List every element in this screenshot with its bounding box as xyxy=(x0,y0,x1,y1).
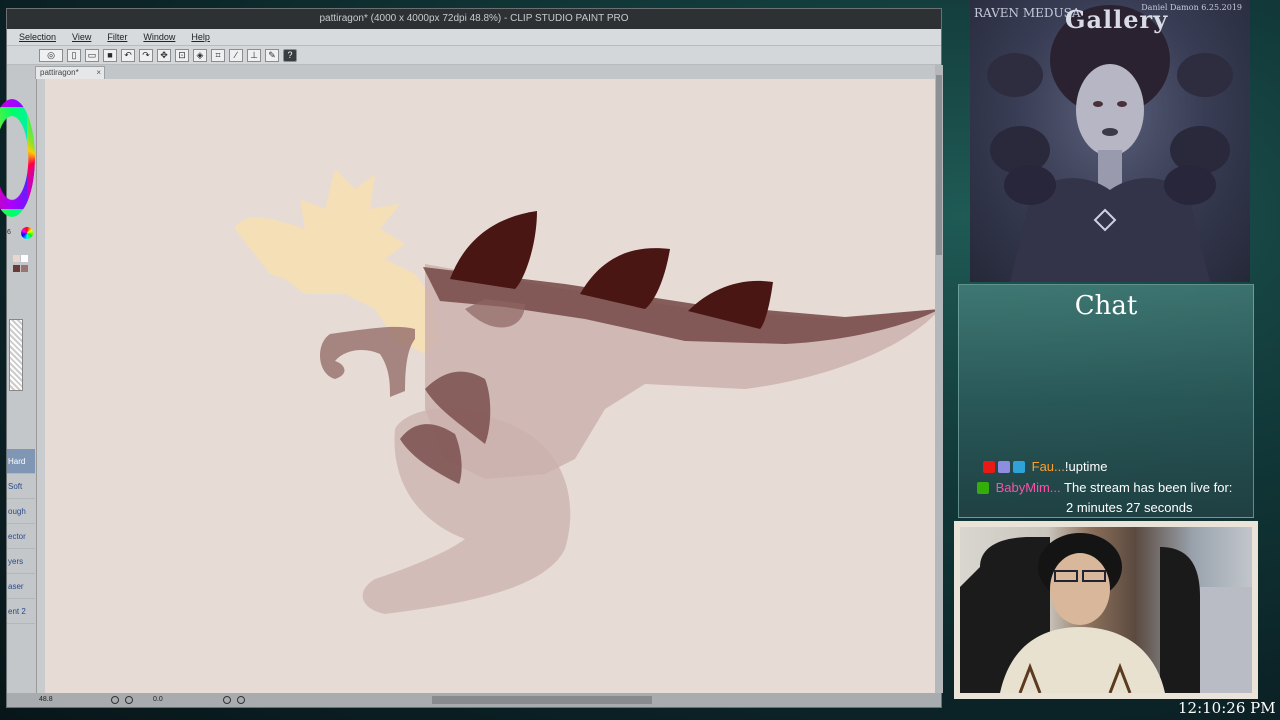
zoom-out-icon[interactable] xyxy=(111,696,119,704)
crop-icon[interactable]: ⊡ xyxy=(175,48,189,62)
sub-tool-eraser[interactable]: aser xyxy=(7,574,35,599)
transform-icon[interactable]: ✥ xyxy=(157,48,171,62)
dragon-illustration xyxy=(235,169,935,614)
redo-icon[interactable]: ↷ xyxy=(139,48,153,62)
color-wheel-icon[interactable] xyxy=(21,227,33,239)
dragon-head-sketch xyxy=(235,169,440,354)
command-bar: ◎ ▯ ▭ ■ ↶ ↷ ✥ ⊡ ◈ ⌗ ∕ ⊥ ✎ ? xyxy=(7,45,941,65)
ruler-icon[interactable]: ∕ xyxy=(229,48,243,62)
sub-tool-rough[interactable]: ough xyxy=(7,499,35,524)
color-wheel[interactable] xyxy=(0,99,35,217)
menu-view[interactable]: View xyxy=(72,32,91,42)
menu-help[interactable]: Help xyxy=(191,32,210,42)
rotate-right-icon[interactable] xyxy=(237,696,245,704)
artwork-signature: Daniel Damon 6.25.2019 xyxy=(1141,3,1242,12)
color-indicator: 6 xyxy=(7,229,11,236)
dragon-spike-1 xyxy=(450,211,537,289)
selection-icon[interactable]: ⌗ xyxy=(211,48,225,62)
chat-panel: Chat Fau...!uptime BabyMim... The stream… xyxy=(958,284,1254,518)
vertical-scroll-thumb[interactable] xyxy=(936,75,942,255)
undo-icon[interactable]: ↶ xyxy=(121,48,135,62)
broadcaster-badge-icon xyxy=(983,461,995,473)
swatch-dark[interactable] xyxy=(13,265,20,272)
app-logo-icon[interactable]: ◎ xyxy=(39,48,63,62)
rotate-left-icon[interactable] xyxy=(223,696,231,704)
document-tab-bar: pattiragon* × xyxy=(7,65,941,79)
status-bar: 48.8 0.0 xyxy=(7,693,941,707)
sub-badge-icon xyxy=(998,461,1010,473)
fill-icon[interactable]: ◈ xyxy=(193,48,207,62)
left-palette: 6 Hard Soft ough ector yers aser ent 2 xyxy=(0,79,37,693)
new-file-icon[interactable]: ▯ xyxy=(67,48,81,62)
sub-tool-layers[interactable]: yers xyxy=(7,549,35,574)
raven-portrait-image xyxy=(987,5,1233,282)
snap-icon[interactable]: ⊥ xyxy=(247,48,261,62)
streamer-video-image xyxy=(960,533,1252,693)
chat-text: !uptime xyxy=(1064,459,1108,474)
menu-selection[interactable]: Selection xyxy=(19,32,56,42)
swatch-light[interactable] xyxy=(13,255,20,262)
zoom-in-icon[interactable] xyxy=(125,696,133,704)
document-tab[interactable]: pattiragon* × xyxy=(35,66,105,79)
chat-username[interactable]: Fau... xyxy=(1032,459,1065,474)
prime-badge-icon xyxy=(1013,461,1025,473)
save-icon[interactable]: ■ xyxy=(103,48,117,62)
moderator-badge-icon xyxy=(977,482,989,494)
open-file-icon[interactable]: ▭ xyxy=(85,48,99,62)
rotation-readout[interactable]: 0.0 xyxy=(153,693,163,707)
swatch-mid[interactable] xyxy=(21,265,28,272)
help-icon[interactable]: ? xyxy=(283,48,297,62)
vertical-scrollbar[interactable] xyxy=(935,65,943,693)
app-window: pattiragon* (4000 x 4000px 72dpi 48.8%) … xyxy=(0,8,943,708)
sub-tool-strip[interactable] xyxy=(9,319,23,391)
gallery-artwork: RAVEN MEDUSA Gallery Daniel Damon 6.25.2… xyxy=(970,0,1250,282)
pen-snap-icon[interactable]: ✎ xyxy=(265,48,279,62)
dragon-arm xyxy=(319,326,415,397)
chat-message: BabyMim... The stream has been live for: xyxy=(977,478,1232,498)
chat-username[interactable]: BabyMim... xyxy=(996,480,1061,495)
zoom-readout[interactable]: 48.8 xyxy=(39,693,53,707)
sub-tool-hard[interactable]: Hard xyxy=(7,449,35,474)
chat-title: Chat xyxy=(1074,291,1138,321)
menu-window[interactable]: Window xyxy=(143,32,175,42)
drawing-canvas[interactable] xyxy=(45,79,935,695)
chat-text-continuation: 2 minutes 27 seconds xyxy=(1066,500,1193,515)
swatch-white[interactable] xyxy=(21,255,28,262)
sub-tool-gradient[interactable]: ent 2 xyxy=(7,599,35,624)
tab-close-icon[interactable]: × xyxy=(96,67,101,79)
webcam-feed xyxy=(960,527,1252,693)
chat-message: Fau...!uptime xyxy=(983,457,1108,477)
tab-label: pattiragon* xyxy=(40,68,79,77)
sub-tool-soft[interactable]: Soft xyxy=(7,474,35,499)
webcam-frame xyxy=(954,521,1258,699)
horizontal-scroll-thumb[interactable] xyxy=(432,696,652,704)
sub-tool-list: Hard Soft ough ector yers aser ent 2 xyxy=(7,449,35,624)
menu-bar: Selection View Filter Window Help xyxy=(7,29,941,45)
menu-filter[interactable]: Filter xyxy=(107,32,127,42)
stream-clock: 12:10:26 PM xyxy=(1178,699,1276,717)
sub-tool-vector[interactable]: ector xyxy=(7,524,35,549)
window-title: pattiragon* (4000 x 4000px 72dpi 48.8%) … xyxy=(7,9,941,29)
chat-text: The stream has been live for: xyxy=(1064,480,1233,495)
